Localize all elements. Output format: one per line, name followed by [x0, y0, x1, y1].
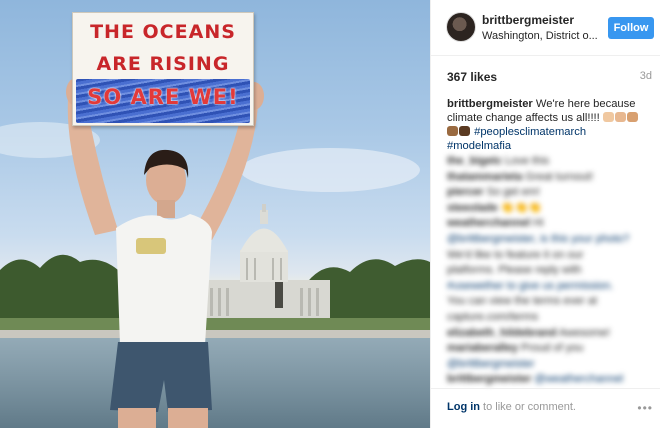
login-link[interactable]: Log in [447, 401, 480, 413]
comment-text: Love this [505, 155, 550, 167]
comment-item: We'd like to feature it on our [447, 248, 643, 262]
comment-username[interactable]: elizabeth_hildebrand [447, 327, 556, 339]
follow-button[interactable]: Follow [608, 17, 654, 39]
comment-text: We'd like to feature it on our [447, 248, 584, 261]
comment-text: @brittbergmeister, is this your photo? [447, 233, 630, 245]
login-prompt: Log in to like or comment. [447, 401, 576, 413]
comment-item: capture.com/terms [447, 310, 643, 324]
comment-text: Proud of you [521, 342, 584, 355]
comment-text: @brittbergmeister [447, 357, 535, 370]
protest-sign: THE OCEANS ARE RISING SO ARE WE! [72, 12, 254, 126]
comment-username[interactable]: thatammarieta [447, 171, 522, 183]
comment-item: platforms. Please reply with [447, 263, 643, 277]
more-options-icon[interactable]: ••• [637, 401, 653, 415]
likes-count[interactable]: 367 likes [447, 70, 497, 84]
raised-fist-emoji-icon [614, 112, 626, 122]
sign-line-3: SO ARE WE! [87, 85, 239, 109]
comment-text: Hi [533, 217, 544, 230]
comment-item: You can view the terms ever at [447, 294, 643, 308]
post-age[interactable]: 3d [640, 70, 652, 82]
comment-text: 👏👏👏 [500, 201, 542, 214]
raised-fist-emoji-icon [602, 112, 614, 122]
comment-username[interactable]: weatherchannel [447, 217, 530, 229]
comment-item: #usewether to give us permission. [447, 279, 643, 293]
post-header: brittbergmeister Washington, District o.… [431, 0, 660, 56]
comment-username[interactable]: steeolade [447, 202, 498, 214]
post-photo[interactable]: THE OCEANS ARE RISING SO ARE WE! [0, 0, 430, 428]
comment-text: platforms. Please reply with [447, 264, 582, 277]
comment-item: @brittbergmeister, is this your photo? [447, 232, 643, 246]
raised-fist-emoji-icon [447, 126, 458, 136]
comment-text: #usewether to give us permission. [447, 279, 614, 292]
comment-username[interactable]: mariaberalley [447, 342, 518, 354]
comment-username[interactable]: brittbergmeister [447, 373, 531, 385]
sign-line-1: THE OCEANS [90, 21, 236, 43]
post-username[interactable]: brittbergmeister [482, 13, 574, 27]
hashtag-link[interactable]: #peoplesclimatemarch [474, 126, 586, 138]
comment-text: So get em! [486, 186, 540, 199]
comment-item: @brittbergmeister [447, 357, 643, 371]
comment-text: capture.com/terms [447, 311, 539, 323]
comment-item: brittbergmeister @weatherchannel [447, 372, 643, 386]
hashtag-link[interactable]: #modelmafia [447, 140, 511, 152]
comment-item: steeolade 👏👏👏 [447, 201, 643, 215]
sign-line-2: ARE RISING [96, 53, 230, 75]
comment-item: weatherchannel Hi [447, 216, 643, 230]
raised-fist-emoji-icon [459, 126, 470, 136]
comment-username[interactable]: piercer [447, 186, 484, 198]
comment-item: mariaberalley Proud of you [447, 341, 643, 355]
comment-item: elizabeth_hildebrand Awesome! [447, 326, 643, 340]
comment-text: Awesome! [558, 326, 611, 339]
login-prompt-text: to like or comment. [480, 401, 576, 413]
comment-item: piercer So get em! [447, 185, 643, 199]
caption-username[interactable]: brittbergmeister [447, 98, 533, 110]
post-footer: Log in to like or comment. ••• [431, 388, 660, 428]
comment-text: Great turnout! [525, 170, 594, 183]
comment-item: the_bigetc Love this [447, 154, 643, 168]
comment-text: @weatherchannel [534, 373, 624, 386]
post-caption: brittbergmeister We're here because clim… [447, 97, 643, 153]
comment-text: You can view the terms ever at [447, 295, 598, 308]
post-location[interactable]: Washington, District o... [482, 30, 600, 42]
avatar[interactable] [446, 12, 476, 42]
raised-fist-emoji-icon [626, 112, 638, 122]
post-side-panel: brittbergmeister Washington, District o.… [430, 0, 660, 428]
comment-item: thatammarieta Great turnout! [447, 170, 643, 184]
comment-username[interactable]: the_bigetc [447, 155, 502, 167]
